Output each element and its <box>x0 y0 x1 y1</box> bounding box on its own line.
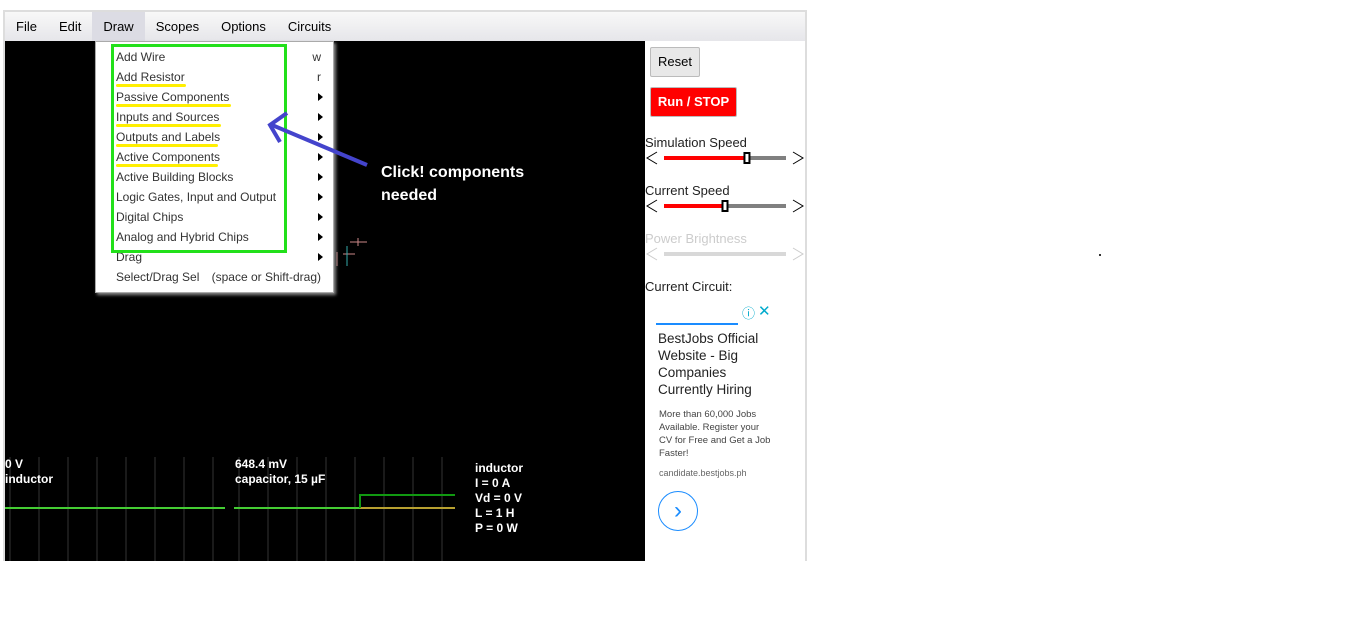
menu-item-label: Select/Drag Sel <box>116 270 200 284</box>
submenu-arrow-icon <box>318 213 323 221</box>
annotation-text: Click! components needed <box>381 164 525 204</box>
ad-domain[interactable]: candidate.bestjobs.ph <box>659 468 747 478</box>
ad-close-icon[interactable]: ✕ <box>758 302 771 320</box>
control-panel: Reset Run / STOP Simulation Speed Curren… <box>645 41 805 561</box>
ad-divider <box>656 323 738 325</box>
ad-info-icon[interactable]: ⓘ <box>742 303 755 322</box>
circuit-fragment <box>336 238 367 266</box>
annotation-arrow-icon <box>267 111 368 167</box>
scope-label-1: 0 Vinductor <box>5 457 53 486</box>
simulation-speed-slider[interactable] <box>645 150 805 166</box>
ad-body: More than 60,000 Jobs Available. Registe… <box>659 409 771 459</box>
ad-chevron-right-icon[interactable]: › <box>658 491 698 531</box>
ad-title[interactable]: BestJobs Official Website - Big Companie… <box>658 330 768 398</box>
simulation-speed-label: Simulation Speed <box>645 135 747 150</box>
power-brightness-label: Power Brightness <box>645 231 747 246</box>
draw-menu-item[interactable]: Select/Drag Sel (space or Shift-drag) <box>116 267 327 287</box>
menu-item-shortcut: (space or Shift-drag) <box>211 270 321 284</box>
scope-label-2: 648.4 mV capacitor, 15 µF <box>235 457 326 486</box>
stray-dot <box>1099 254 1101 256</box>
current-speed-slider[interactable] <box>645 198 805 214</box>
submenu-arrow-icon <box>318 233 323 241</box>
current-speed-label: Current Speed <box>645 183 730 198</box>
run-stop-button[interactable]: Run / STOP <box>650 87 737 117</box>
scope-trace-capacitor-3 <box>359 494 455 508</box>
current-circuit-label: Current Circuit: <box>645 279 733 294</box>
element-info: inductor I = 0 A Vd = 0 VL = 1 HP = 0 W <box>475 461 523 535</box>
submenu-arrow-icon <box>318 253 323 261</box>
power-brightness-slider <box>646 247 804 261</box>
reset-button[interactable]: Reset <box>650 47 700 77</box>
